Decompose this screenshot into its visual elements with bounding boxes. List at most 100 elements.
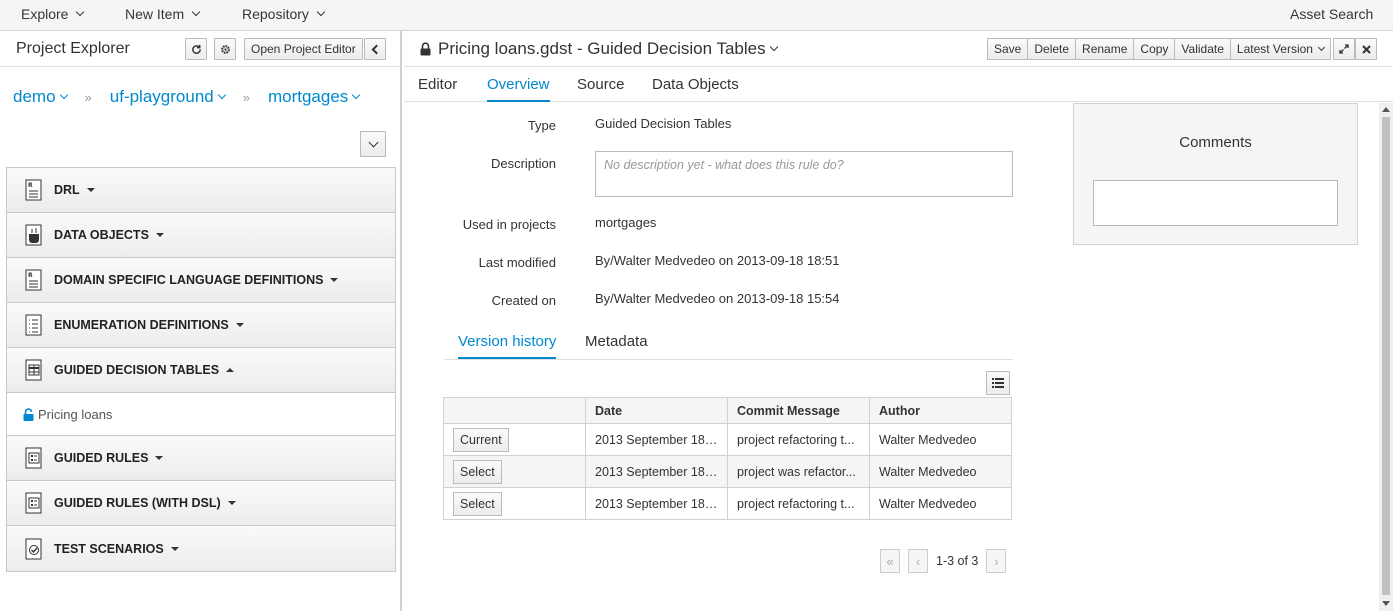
table-cell: 2013 September 18,... bbox=[585, 487, 728, 520]
category-label: GUIDED RULES (WITH DSL) bbox=[54, 496, 221, 510]
created-on-value: By/Walter Medvedeo on 2013-09-18 15:54 bbox=[595, 291, 840, 306]
caret-down-icon bbox=[227, 501, 236, 505]
table-cell: Current bbox=[443, 423, 586, 456]
refresh-icon bbox=[191, 44, 201, 54]
breadcrumb-label: demo bbox=[13, 87, 56, 106]
close-button[interactable] bbox=[1355, 38, 1377, 60]
column-header: Author bbox=[869, 397, 1012, 424]
breadcrumb-item-uf-playground[interactable]: uf-playground bbox=[109, 87, 226, 107]
svg-text:R: R bbox=[28, 272, 33, 279]
refresh-button[interactable] bbox=[185, 38, 207, 60]
category-enumeration-definitions[interactable]: ENUMERATION DEFINITIONS bbox=[7, 303, 395, 348]
editor-title-label: Pricing loans.gdst - Guided Decision Tab… bbox=[438, 39, 766, 58]
scrollbar-thumb[interactable] bbox=[1382, 117, 1390, 595]
version-history-table: Date Commit Message Author Current 2013 … bbox=[443, 397, 1012, 520]
table-cell: 2013 September 18,... bbox=[585, 455, 728, 488]
current-version-button[interactable]: Current bbox=[453, 427, 509, 452]
maximize-button[interactable] bbox=[1333, 38, 1355, 60]
tab-version-history[interactable]: Version history bbox=[458, 333, 557, 359]
category-label: DOMAIN SPECIFIC LANGUAGE DEFINITIONS bbox=[54, 273, 324, 287]
previous-page-button[interactable]: ‹ bbox=[908, 549, 928, 573]
asset-category-list: R DRL DATA OBJECTS R DOMAIN SPECIFIC LAN… bbox=[6, 167, 396, 572]
table-cell: project was refactor... bbox=[727, 455, 870, 488]
copy-button[interactable]: Copy bbox=[1134, 38, 1176, 60]
category-drl[interactable]: R DRL bbox=[7, 168, 395, 213]
latest-version-dropdown[interactable]: Latest Version bbox=[1230, 38, 1331, 60]
history-tabs: Version history Metadata bbox=[444, 329, 1013, 360]
table-cell: project refactoring t... bbox=[727, 487, 870, 520]
editor-title[interactable]: Pricing loans.gdst - Guided Decision Tab… bbox=[438, 39, 778, 59]
category-guided-rules[interactable]: GUIDED RULES bbox=[7, 436, 395, 481]
lock-icon bbox=[23, 407, 34, 421]
used-in-projects-value: mortgages bbox=[595, 215, 657, 230]
category-data-objects[interactable]: DATA OBJECTS bbox=[7, 213, 395, 258]
select-version-button[interactable]: Select bbox=[453, 459, 502, 484]
data-objects-icon bbox=[25, 224, 42, 246]
description-label: Description bbox=[490, 156, 556, 171]
table-cell: Select bbox=[443, 487, 586, 520]
caret-down-icon bbox=[170, 546, 179, 551]
expand-icon bbox=[1339, 44, 1349, 54]
list-item-pricing-loans[interactable]: Pricing loans bbox=[7, 393, 395, 436]
category-dsl-definitions[interactable]: R DOMAIN SPECIFIC LANGUAGE DEFINITIONS bbox=[7, 258, 395, 303]
breadcrumb-label: uf-playground bbox=[109, 87, 214, 106]
category-label: DRL bbox=[54, 183, 80, 197]
breadcrumb-item-mortgages[interactable]: mortgages bbox=[268, 87, 361, 107]
caret-up-icon bbox=[226, 368, 235, 372]
description-textarea[interactable]: No description yet - what does this rule… bbox=[595, 151, 1013, 197]
editor-tabs: Editor Overview Source Data Objects bbox=[404, 67, 1393, 102]
collapse-panel-button[interactable] bbox=[364, 38, 386, 60]
scroll-up-arrow-icon[interactable] bbox=[1382, 107, 1390, 112]
delete-button[interactable]: Delete bbox=[1028, 38, 1077, 60]
category-guided-decision-tables[interactable]: GUIDED DECISION TABLES bbox=[7, 348, 395, 393]
breadcrumb-separator-icon: » bbox=[242, 89, 250, 105]
chevron-down-icon bbox=[217, 90, 226, 100]
scroll-down-arrow-icon[interactable] bbox=[1382, 601, 1390, 606]
settings-button[interactable] bbox=[214, 38, 236, 60]
tab-editor[interactable]: Editor bbox=[418, 76, 457, 93]
breadcrumb-item-demo[interactable]: demo bbox=[13, 87, 68, 107]
test-scenario-icon bbox=[25, 538, 42, 559]
new-item-menu-label: New Item bbox=[125, 6, 185, 22]
first-page-button[interactable]: « bbox=[880, 549, 900, 573]
tab-overview[interactable]: Overview bbox=[487, 76, 550, 102]
category-guided-rules-with-dsl[interactable]: GUIDED RULES (WITH DSL) bbox=[7, 481, 395, 526]
used-in-projects-label: Used in projects bbox=[462, 217, 556, 232]
category-label: DATA OBJECTS bbox=[54, 228, 149, 242]
table-row: Select 2013 September 18,... project was… bbox=[443, 455, 1012, 488]
repository-menu[interactable]: Repository bbox=[242, 6, 326, 22]
validate-button[interactable]: Validate bbox=[1175, 38, 1231, 60]
page-range-text: 1-3 of 3 bbox=[936, 554, 979, 568]
explore-menu[interactable]: Explore bbox=[21, 6, 85, 22]
vertical-scrollbar[interactable] bbox=[1379, 103, 1393, 611]
column-header: Date bbox=[585, 397, 728, 424]
asset-search-label: Asset Search bbox=[1290, 6, 1374, 22]
list-icon bbox=[992, 378, 1004, 388]
type-value: Guided Decision Tables bbox=[595, 116, 732, 131]
tab-data-objects[interactable]: Data Objects bbox=[652, 76, 739, 93]
next-page-button[interactable]: › bbox=[986, 549, 1007, 573]
category-test-scenarios[interactable]: TEST SCENARIOS bbox=[7, 526, 395, 571]
rename-button[interactable]: Rename bbox=[1076, 38, 1135, 60]
select-version-button[interactable]: Select bbox=[453, 491, 502, 516]
guided-rule-dsl-icon bbox=[25, 492, 42, 514]
save-button[interactable]: Save bbox=[987, 38, 1029, 60]
list-item-label: Pricing loans bbox=[38, 406, 113, 422]
project-explorer-title: Project Explorer bbox=[16, 40, 130, 57]
editor-toolbar: Save Delete Rename Copy Validate Latest … bbox=[987, 38, 1331, 60]
table-cell: project refactoring t... bbox=[727, 423, 870, 456]
comment-input[interactable] bbox=[1093, 180, 1338, 226]
column-picker-button[interactable] bbox=[986, 371, 1010, 395]
explore-menu-label: Explore bbox=[21, 6, 69, 22]
chevron-down-icon bbox=[368, 137, 378, 147]
new-item-menu[interactable]: New Item bbox=[125, 6, 201, 22]
breadcrumb-separator-icon: » bbox=[84, 89, 92, 105]
category-label: GUIDED RULES bbox=[54, 451, 149, 465]
open-project-editor-button[interactable]: Open Project Editor bbox=[244, 38, 363, 60]
asset-search-link[interactable]: Asset Search bbox=[1290, 6, 1373, 22]
column-header bbox=[443, 397, 586, 424]
gear-icon bbox=[220, 44, 230, 54]
tab-source[interactable]: Source bbox=[577, 76, 625, 93]
tab-metadata[interactable]: Metadata bbox=[585, 333, 648, 350]
view-options-dropdown-button[interactable] bbox=[360, 131, 386, 157]
